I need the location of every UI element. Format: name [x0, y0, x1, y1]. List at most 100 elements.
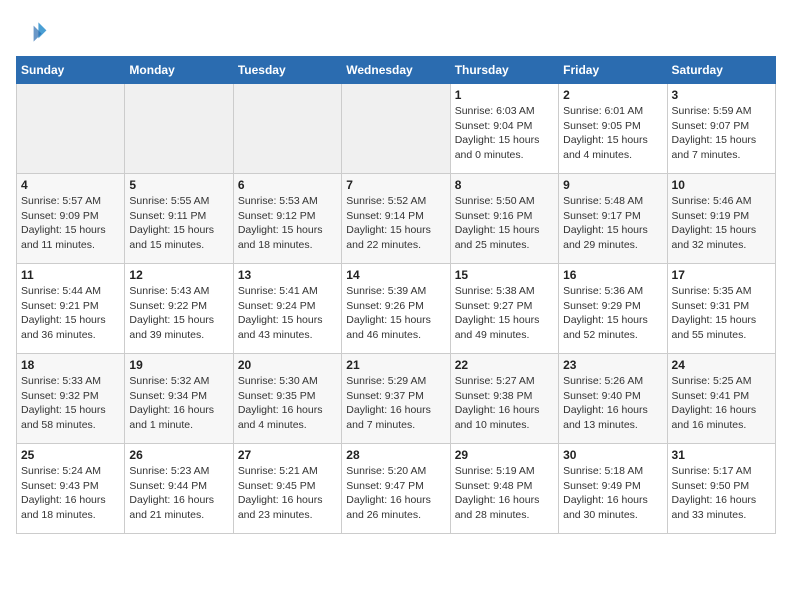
day-number: 15	[455, 268, 554, 282]
day-info: Sunrise: 5:46 AM Sunset: 9:19 PM Dayligh…	[672, 194, 771, 253]
day-info: Sunrise: 6:03 AM Sunset: 9:04 PM Dayligh…	[455, 104, 554, 163]
day-info: Sunrise: 5:59 AM Sunset: 9:07 PM Dayligh…	[672, 104, 771, 163]
day-header-friday: Friday	[559, 57, 667, 84]
calendar-cell	[125, 84, 233, 174]
week-row-4: 18 Sunrise: 5:33 AM Sunset: 9:32 PM Dayli…	[17, 354, 776, 444]
day-info: Sunrise: 5:30 AM Sunset: 9:35 PM Dayligh…	[238, 374, 337, 433]
day-header-saturday: Saturday	[667, 57, 775, 84]
calendar-cell	[17, 84, 125, 174]
day-number: 26	[129, 448, 228, 462]
day-number: 8	[455, 178, 554, 192]
day-header-monday: Monday	[125, 57, 233, 84]
calendar-cell: 21 Sunrise: 5:29 AM Sunset: 9:37 PM Dayli…	[342, 354, 450, 444]
day-header-wednesday: Wednesday	[342, 57, 450, 84]
calendar-cell: 18 Sunrise: 5:33 AM Sunset: 9:32 PM Dayli…	[17, 354, 125, 444]
day-info: Sunrise: 5:53 AM Sunset: 9:12 PM Dayligh…	[238, 194, 337, 253]
calendar-body: 1Sunrise: 6:03 AM Sunset: 9:04 PM Daylig…	[17, 84, 776, 534]
day-number: 4	[21, 178, 120, 192]
day-info: Sunrise: 5:29 AM Sunset: 9:37 PM Dayligh…	[346, 374, 445, 433]
calendar-cell: 5 Sunrise: 5:55 AM Sunset: 9:11 PM Daylig…	[125, 174, 233, 264]
calendar-cell: 2 Sunrise: 6:01 AM Sunset: 9:05 PM Daylig…	[559, 84, 667, 174]
day-info: Sunrise: 5:43 AM Sunset: 9:22 PM Dayligh…	[129, 284, 228, 343]
calendar-cell: 9 Sunrise: 5:48 AM Sunset: 9:17 PM Daylig…	[559, 174, 667, 264]
day-number: 14	[346, 268, 445, 282]
day-number: 30	[563, 448, 662, 462]
day-info: Sunrise: 5:27 AM Sunset: 9:38 PM Dayligh…	[455, 374, 554, 433]
day-header-sunday: Sunday	[17, 57, 125, 84]
calendar-cell: 1Sunrise: 6:03 AM Sunset: 9:04 PM Daylig…	[450, 84, 558, 174]
day-info: Sunrise: 5:17 AM Sunset: 9:50 PM Dayligh…	[672, 464, 771, 523]
calendar-cell: 26 Sunrise: 5:23 AM Sunset: 9:44 PM Dayli…	[125, 444, 233, 534]
day-number: 6	[238, 178, 337, 192]
logo-icon	[16, 16, 48, 48]
week-row-1: 1Sunrise: 6:03 AM Sunset: 9:04 PM Daylig…	[17, 84, 776, 174]
day-info: Sunrise: 5:18 AM Sunset: 9:49 PM Dayligh…	[563, 464, 662, 523]
day-number: 9	[563, 178, 662, 192]
day-number: 29	[455, 448, 554, 462]
day-number: 24	[672, 358, 771, 372]
week-row-5: 25Sunrise: 5:24 AM Sunset: 9:43 PM Dayli…	[17, 444, 776, 534]
calendar-cell: 7Sunrise: 5:52 AM Sunset: 9:14 PM Daylig…	[342, 174, 450, 264]
day-number: 5	[129, 178, 228, 192]
day-info: Sunrise: 5:33 AM Sunset: 9:32 PM Dayligh…	[21, 374, 120, 433]
day-number: 16	[563, 268, 662, 282]
day-info: Sunrise: 5:24 AM Sunset: 9:43 PM Dayligh…	[21, 464, 120, 523]
calendar-cell: 17 Sunrise: 5:35 AM Sunset: 9:31 PM Dayli…	[667, 264, 775, 354]
day-number: 10	[672, 178, 771, 192]
calendar-cell: 8 Sunrise: 5:50 AM Sunset: 9:16 PM Daylig…	[450, 174, 558, 264]
calendar-cell: 24 Sunrise: 5:25 AM Sunset: 9:41 PM Dayli…	[667, 354, 775, 444]
header-row: SundayMondayTuesdayWednesdayThursdayFrid…	[17, 57, 776, 84]
calendar-cell: 11 Sunrise: 5:44 AM Sunset: 9:21 PM Dayli…	[17, 264, 125, 354]
day-info: Sunrise: 5:38 AM Sunset: 9:27 PM Dayligh…	[455, 284, 554, 343]
day-number: 22	[455, 358, 554, 372]
day-info: Sunrise: 5:23 AM Sunset: 9:44 PM Dayligh…	[129, 464, 228, 523]
day-number: 19	[129, 358, 228, 372]
day-info: Sunrise: 5:39 AM Sunset: 9:26 PM Dayligh…	[346, 284, 445, 343]
calendar-cell: 23Sunrise: 5:26 AM Sunset: 9:40 PM Dayli…	[559, 354, 667, 444]
calendar-cell	[342, 84, 450, 174]
day-number: 18	[21, 358, 120, 372]
day-info: Sunrise: 5:35 AM Sunset: 9:31 PM Dayligh…	[672, 284, 771, 343]
calendar-cell: 14 Sunrise: 5:39 AM Sunset: 9:26 PM Dayli…	[342, 264, 450, 354]
calendar-cell: 30 Sunrise: 5:18 AM Sunset: 9:49 PM Dayli…	[559, 444, 667, 534]
day-number: 17	[672, 268, 771, 282]
week-row-3: 11 Sunrise: 5:44 AM Sunset: 9:21 PM Dayli…	[17, 264, 776, 354]
day-number: 12	[129, 268, 228, 282]
day-number: 2	[563, 88, 662, 102]
day-info: Sunrise: 5:50 AM Sunset: 9:16 PM Dayligh…	[455, 194, 554, 253]
day-number: 20	[238, 358, 337, 372]
day-info: Sunrise: 5:55 AM Sunset: 9:11 PM Dayligh…	[129, 194, 228, 253]
day-info: Sunrise: 5:36 AM Sunset: 9:29 PM Dayligh…	[563, 284, 662, 343]
day-info: Sunrise: 5:19 AM Sunset: 9:48 PM Dayligh…	[455, 464, 554, 523]
day-number: 27	[238, 448, 337, 462]
calendar-cell: 27Sunrise: 5:21 AM Sunset: 9:45 PM Dayli…	[233, 444, 341, 534]
day-info: Sunrise: 5:25 AM Sunset: 9:41 PM Dayligh…	[672, 374, 771, 433]
calendar-cell: 3 Sunrise: 5:59 AM Sunset: 9:07 PM Daylig…	[667, 84, 775, 174]
calendar-cell: 31 Sunrise: 5:17 AM Sunset: 9:50 PM Dayli…	[667, 444, 775, 534]
day-info: Sunrise: 6:01 AM Sunset: 9:05 PM Dayligh…	[563, 104, 662, 163]
calendar-table: SundayMondayTuesdayWednesdayThursdayFrid…	[16, 56, 776, 534]
calendar-cell: 12 Sunrise: 5:43 AM Sunset: 9:22 PM Dayli…	[125, 264, 233, 354]
calendar-cell: 25Sunrise: 5:24 AM Sunset: 9:43 PM Dayli…	[17, 444, 125, 534]
calendar-cell: 16 Sunrise: 5:36 AM Sunset: 9:29 PM Dayli…	[559, 264, 667, 354]
calendar-cell: 29 Sunrise: 5:19 AM Sunset: 9:48 PM Dayli…	[450, 444, 558, 534]
calendar-cell	[233, 84, 341, 174]
day-info: Sunrise: 5:41 AM Sunset: 9:24 PM Dayligh…	[238, 284, 337, 343]
calendar-cell: 6 Sunrise: 5:53 AM Sunset: 9:12 PM Daylig…	[233, 174, 341, 264]
day-info: Sunrise: 5:48 AM Sunset: 9:17 PM Dayligh…	[563, 194, 662, 253]
day-number: 31	[672, 448, 771, 462]
week-row-2: 4 Sunrise: 5:57 AM Sunset: 9:09 PM Daylig…	[17, 174, 776, 264]
calendar-cell: 13Sunrise: 5:41 AM Sunset: 9:24 PM Dayli…	[233, 264, 341, 354]
day-info: Sunrise: 5:57 AM Sunset: 9:09 PM Dayligh…	[21, 194, 120, 253]
day-info: Sunrise: 5:32 AM Sunset: 9:34 PM Dayligh…	[129, 374, 228, 433]
day-number: 11	[21, 268, 120, 282]
page-header	[16, 16, 776, 48]
day-number: 3	[672, 88, 771, 102]
day-info: Sunrise: 5:20 AM Sunset: 9:47 PM Dayligh…	[346, 464, 445, 523]
day-number: 21	[346, 358, 445, 372]
day-info: Sunrise: 5:44 AM Sunset: 9:21 PM Dayligh…	[21, 284, 120, 343]
day-info: Sunrise: 5:26 AM Sunset: 9:40 PM Dayligh…	[563, 374, 662, 433]
calendar-cell: 19 Sunrise: 5:32 AM Sunset: 9:34 PM Dayli…	[125, 354, 233, 444]
calendar-cell: 10 Sunrise: 5:46 AM Sunset: 9:19 PM Dayli…	[667, 174, 775, 264]
day-number: 7	[346, 178, 445, 192]
